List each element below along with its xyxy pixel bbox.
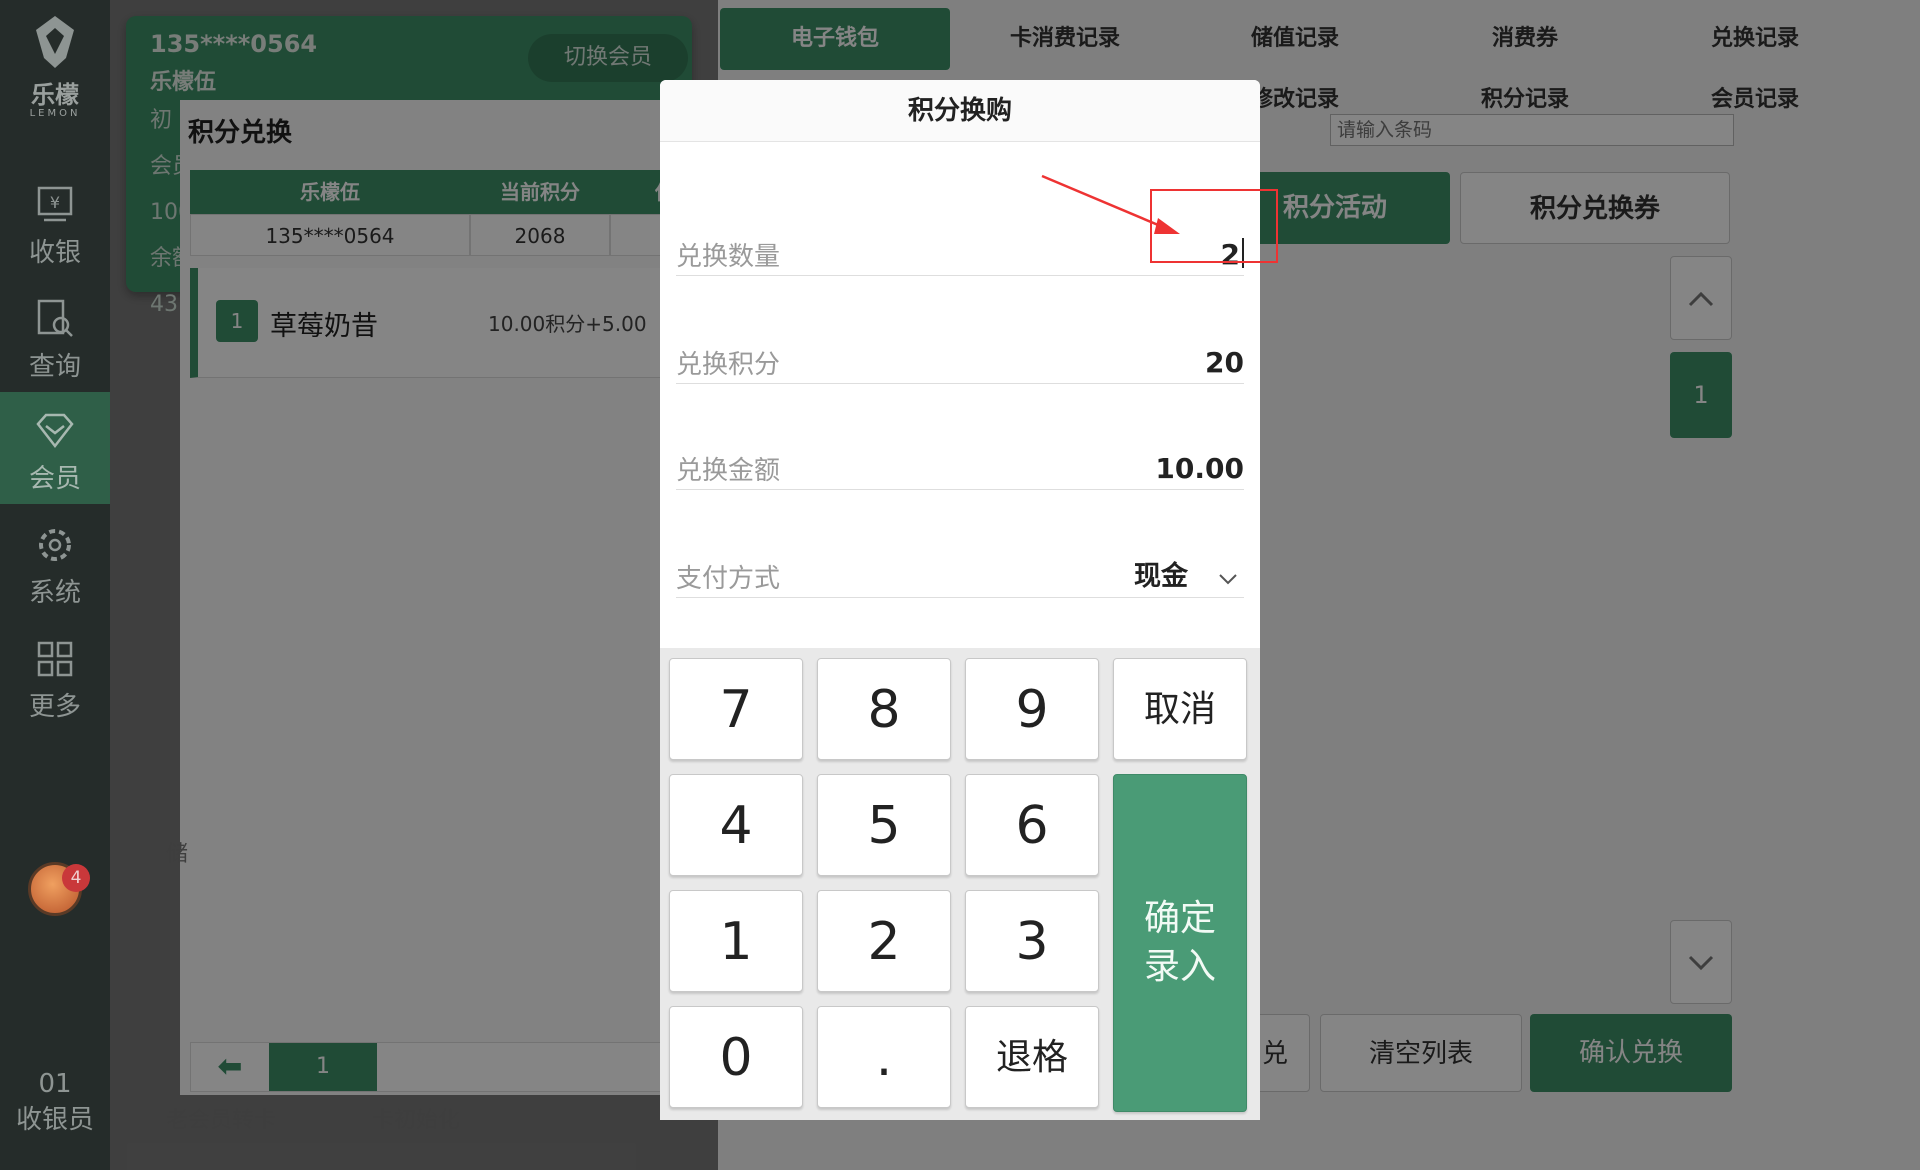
- points-purchase-modal: 积分换购 兑换数量 2 兑换积分 20 兑换金额 10.00 支付方式 现金 7…: [660, 80, 1278, 1120]
- pay-value: 现金: [1134, 561, 1188, 592]
- confirm-line-2: 录入: [1143, 946, 1216, 987]
- notification-badge: 4: [62, 864, 90, 892]
- key-4[interactable]: 4: [669, 774, 803, 876]
- key-3[interactable]: 3: [965, 890, 1099, 992]
- sidebar-item-label: 会员: [28, 464, 81, 494]
- left-sidebar: 乐檬 LEMON ¥ 收银 查询 会员 系统 更多 4 01 收银员: [0, 0, 110, 1170]
- sidebar-item-label: 收银: [28, 238, 81, 268]
- numeric-keypad: 7 8 9 取消 4 5 6 确定 录入 1 2 3 0 . 退格: [660, 648, 1260, 1120]
- sidebar-item-system[interactable]: 系统: [0, 506, 110, 618]
- confirm-line-1: 确定: [1143, 898, 1216, 939]
- sidebar-item-label: 更多: [28, 692, 81, 722]
- sidebar-item-label: 系统: [28, 578, 81, 608]
- key-7[interactable]: 7: [669, 658, 803, 760]
- lemon-logo-icon: [0, 14, 110, 82]
- points-row: 兑换积分 20: [676, 324, 1244, 384]
- backspace-button[interactable]: 退格: [965, 1006, 1099, 1108]
- annotation-highlight-box: [1150, 189, 1278, 263]
- cashier-icon: ¥: [37, 186, 73, 222]
- sidebar-item-query[interactable]: 查询: [0, 280, 110, 392]
- modal-title: 积分换购: [660, 80, 1260, 142]
- key-6[interactable]: 6: [965, 774, 1099, 876]
- sidebar-item-more[interactable]: 更多: [0, 620, 110, 732]
- operator-id: 01: [38, 1069, 72, 1099]
- points-label: 兑换积分: [676, 350, 781, 380]
- points-value: 20: [1205, 346, 1244, 379]
- qty-label: 兑换数量: [676, 242, 781, 272]
- search-doc-icon: [37, 299, 73, 337]
- chevron-down-icon: [1219, 574, 1237, 585]
- key-dot[interactable]: .: [817, 1006, 951, 1108]
- payment-method-select[interactable]: 支付方式 现金: [676, 538, 1244, 598]
- amount-value: 10.00: [1155, 452, 1244, 485]
- operator-role: 收银员: [15, 1105, 94, 1135]
- amount-label: 兑换金额: [676, 456, 781, 486]
- sidebar-item-label: 查询: [28, 352, 81, 382]
- key-5[interactable]: 5: [817, 774, 951, 876]
- svg-text:¥: ¥: [50, 193, 60, 212]
- logo-name: 乐檬: [31, 81, 79, 109]
- operator-info[interactable]: 01 收银员: [0, 1066, 110, 1138]
- app-logo: 乐檬 LEMON: [0, 14, 110, 119]
- sidebar-item-member[interactable]: 会员: [0, 392, 110, 504]
- gear-icon: [39, 529, 71, 561]
- diamond-icon: [36, 413, 74, 449]
- sidebar-item-cashier[interactable]: ¥ 收银: [0, 166, 110, 278]
- key-2[interactable]: 2: [817, 890, 951, 992]
- logo-sub: LEMON: [29, 108, 81, 119]
- key-0[interactable]: 0: [669, 1006, 803, 1108]
- key-1[interactable]: 1: [669, 890, 803, 992]
- key-8[interactable]: 8: [817, 658, 951, 760]
- key-9[interactable]: 9: [965, 658, 1099, 760]
- confirm-entry-button[interactable]: 确定 录入: [1113, 774, 1247, 1112]
- amount-row: 兑换金额 10.00: [676, 430, 1244, 490]
- cancel-button[interactable]: 取消: [1113, 658, 1247, 760]
- pay-label: 支付方式: [676, 564, 781, 594]
- grid-icon: [37, 641, 73, 677]
